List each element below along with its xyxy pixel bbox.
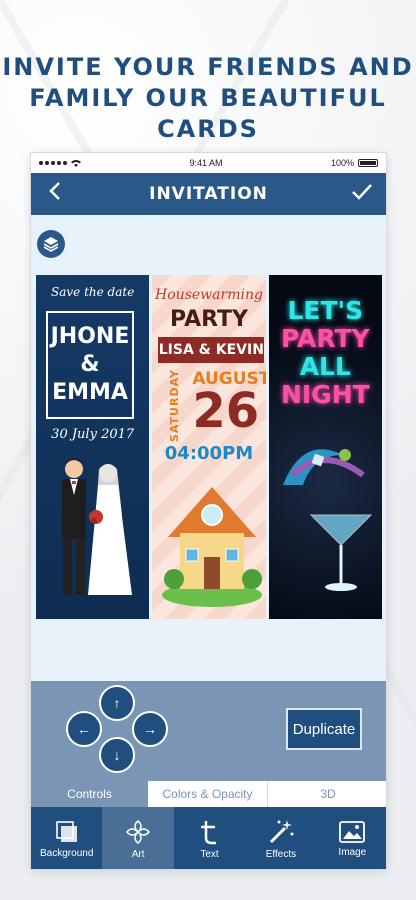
panel-tabs: Controls Colors & Opacity 3D (31, 781, 386, 807)
wifi-icon (71, 160, 81, 167)
neon-line-2: PARTY (280, 324, 370, 353)
phone-frame: 9:41 AM 100% INVITATION Save the date JH… (30, 152, 387, 870)
text-icon (200, 821, 216, 845)
controls-panel: ↑ ← → ↓ Duplicate (31, 681, 386, 781)
save-the-date-text: Save the date (51, 285, 135, 299)
bride-groom-illustration (62, 458, 132, 595)
status-bar: 9:41 AM 100% (31, 153, 386, 173)
layers-button[interactable] (37, 230, 65, 258)
weekday-text: SATURDAY (168, 369, 182, 443)
neon-party-text: LET'S PARTY ALL NIGHT (269, 297, 382, 409)
tool-effects-label: Effects (265, 849, 297, 860)
tool-text[interactable]: Text (174, 807, 245, 869)
move-right-button[interactable]: → (132, 711, 168, 747)
chevron-left-icon (49, 182, 60, 200)
ampersand: & (80, 352, 100, 377)
headline-line-1: INVITE YOUR FRIENDS AND (2, 53, 414, 81)
tab-colors-opacity[interactable]: Colors & Opacity (148, 781, 268, 807)
battery-icon (358, 159, 378, 167)
battery-area: 100% (331, 158, 378, 168)
wedding-card[interactable]: Save the date JHONE & EMMA 30 July 2017 (36, 275, 150, 619)
tool-text-label: Text (200, 849, 219, 860)
wedding-date: 30 July 2017 (51, 427, 135, 442)
name-2: EMMA (52, 380, 128, 405)
tab-3d[interactable]: 3D (268, 781, 386, 807)
house-illustration (162, 487, 263, 607)
move-up-button[interactable]: ↑ (99, 685, 135, 721)
housewarming-text: Housewarming (155, 287, 263, 303)
checkmark-icon (352, 184, 372, 200)
art-icon (126, 820, 151, 844)
bottom-toolbar: Background Art Text Effects Image (31, 807, 386, 869)
magic-wand-icon (269, 820, 294, 844)
tool-art-label: Art (131, 849, 145, 860)
tool-image[interactable]: Image (317, 807, 386, 869)
party-card[interactable]: LET'S PARTY ALL NIGHT (268, 275, 382, 619)
headline-line-2: FAMILY OUR BEAUTIFUL CARDS (29, 84, 387, 143)
promo-headline: INVITE YOUR FRIENDS AND FAMILY OUR BEAUT… (0, 52, 416, 145)
background-icon (55, 821, 77, 842)
battery-percent: 100% (330, 158, 354, 168)
couple-names-box: JHONE & EMMA (46, 311, 134, 419)
layers-icon (43, 237, 59, 252)
neon-line-4: NIGHT (280, 380, 370, 409)
neon-line-1: LET'S (287, 296, 364, 325)
move-left-button[interactable]: ← (66, 711, 102, 747)
tool-background[interactable]: Background (31, 807, 102, 869)
status-time: 9:41 AM (189, 158, 223, 168)
nav-bar: INVITATION (31, 173, 386, 215)
housewarming-card[interactable]: Housewarming PARTY LISA & KEVIN SATURDAY… (152, 275, 266, 619)
tool-image-label: Image (338, 847, 367, 858)
name-1: JHONE (50, 324, 130, 349)
party-text: PARTY (169, 307, 248, 332)
page-title: INVITATION (149, 184, 268, 204)
duplicate-button[interactable]: Duplicate (286, 708, 362, 750)
signal-area (39, 159, 81, 167)
move-down-button[interactable]: ↓ (99, 737, 135, 773)
tab-controls[interactable]: Controls (31, 781, 148, 807)
day-number: 26 (192, 383, 260, 439)
tool-art[interactable]: Art (102, 807, 174, 869)
neon-line-3: ALL (299, 352, 351, 381)
card-strip: Save the date JHONE & EMMA 30 July 2017 (36, 275, 382, 619)
done-button[interactable] (350, 181, 374, 207)
event-time: 04:00PM (164, 443, 254, 464)
signal-dots-icon (39, 161, 67, 165)
cocktail-illustration (282, 449, 372, 591)
back-button[interactable] (43, 181, 67, 207)
tool-background-label: Background (40, 848, 94, 859)
host-names-ribbon: LISA & KEVIN (158, 337, 265, 363)
tool-effects[interactable]: Effects (245, 807, 316, 869)
image-icon (339, 821, 366, 843)
editor-canvas[interactable]: Save the date JHONE & EMMA 30 July 2017 (31, 215, 386, 737)
